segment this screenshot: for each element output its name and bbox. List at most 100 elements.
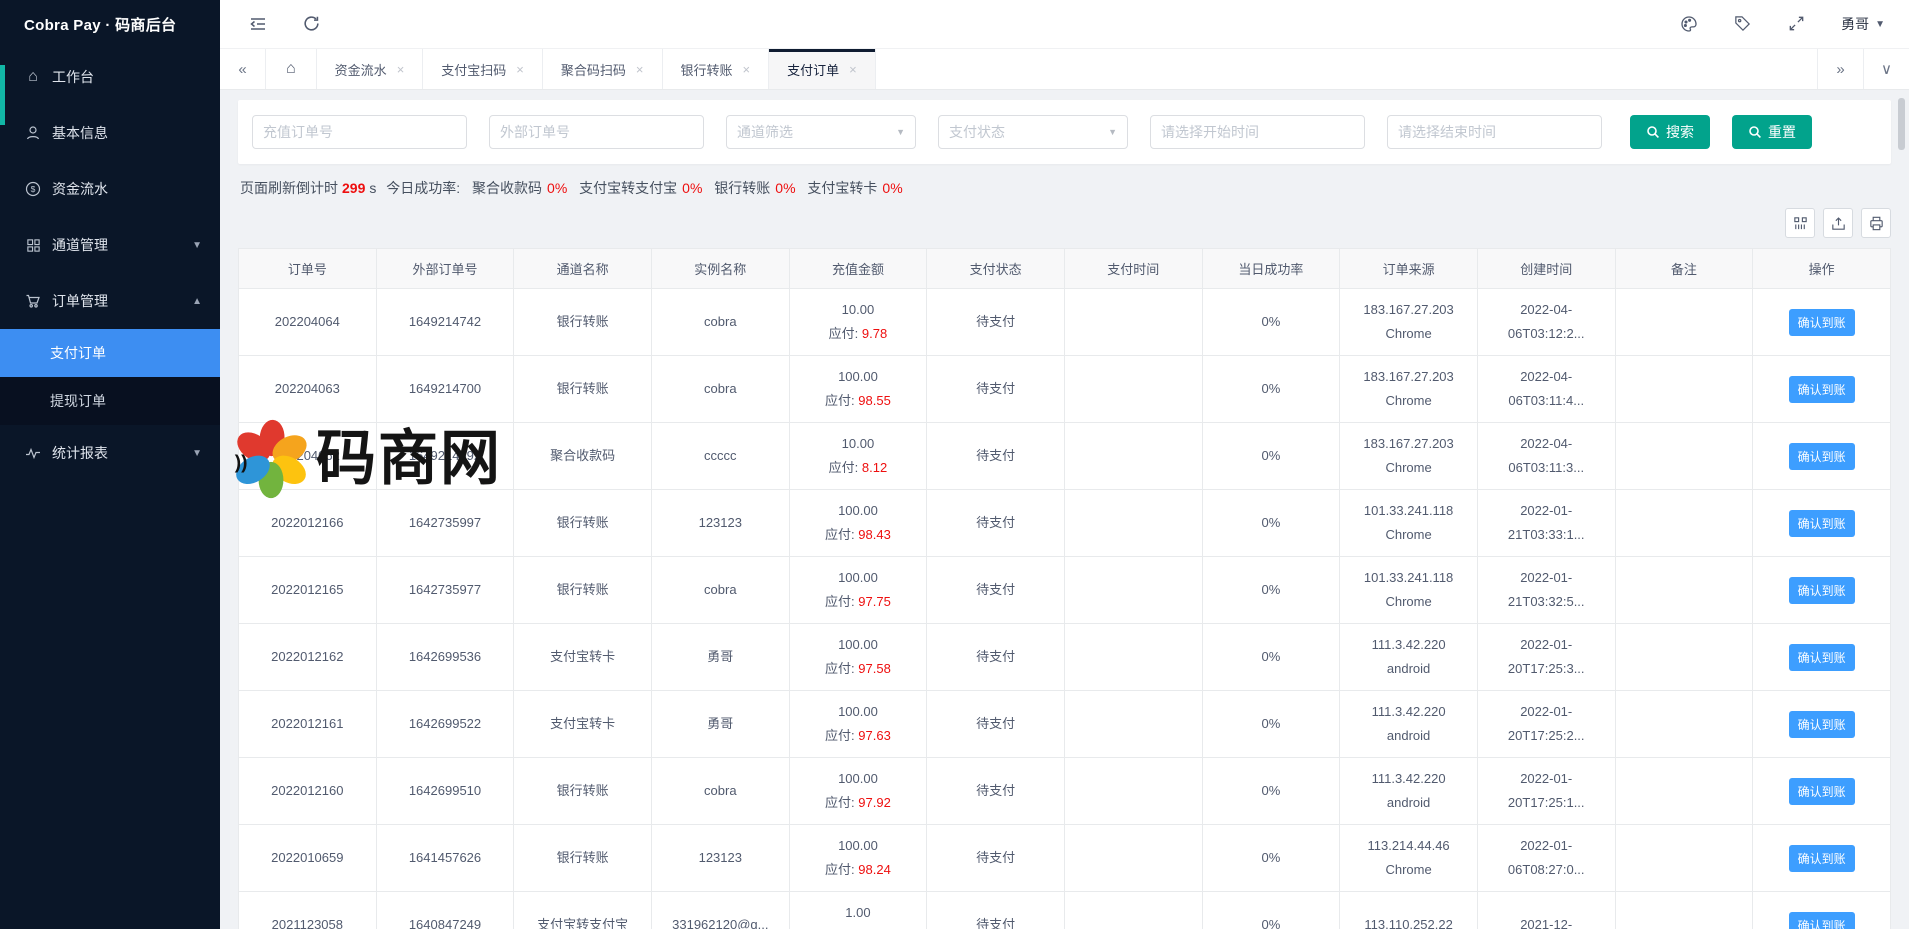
pay-status-select[interactable]: 支付状态 ▼ — [938, 115, 1128, 149]
app-title: Cobra Pay · 码商后台 — [0, 0, 220, 49]
amount-value: 100.00 — [790, 633, 927, 657]
sidebar-item-fund-flow[interactable]: $ 资金流水 — [0, 161, 220, 217]
amount-value: 100.00 — [790, 499, 927, 523]
cell-channel: 银行转账 — [514, 825, 652, 892]
confirm-arrival-button[interactable]: 确认到账 — [1789, 778, 1855, 805]
sidebar-item-label: 工作台 — [52, 67, 94, 87]
tabs-scroll-right-button[interactable]: » — [1817, 49, 1863, 89]
sidebar-item-pay-orders[interactable]: 支付订单 — [0, 329, 220, 377]
tab-home[interactable]: ⌂ — [266, 49, 317, 89]
cell-ext-no: 1649214742 — [376, 289, 514, 356]
confirm-arrival-button[interactable]: 确认到账 — [1789, 577, 1855, 604]
confirm-arrival-button[interactable]: 确认到账 — [1789, 510, 1855, 537]
table-header-row: 订单号外部订单号通道名称实例名称充值金额支付状态支付时间当日成功率订单来源创建时… — [239, 249, 1891, 289]
close-icon[interactable]: × — [636, 62, 644, 77]
user-menu[interactable]: 勇哥 ▼ — [1841, 14, 1885, 34]
table-row: 2022012160 1642699510 银行转账 cobra 100.00 … — [239, 758, 1891, 825]
cell-action: 确认到账 — [1753, 423, 1891, 490]
confirm-arrival-button[interactable]: 确认到账 — [1789, 309, 1855, 336]
external-order-input[interactable] — [489, 115, 704, 149]
tab-label: 银行转账 — [681, 60, 733, 79]
filter-bar: 通道筛选 ▼ 支付状态 ▼ 搜索 重置 — [238, 100, 1891, 164]
chevron-down-icon: ▼ — [1875, 19, 1885, 30]
cell-order-no: 2022010659 — [239, 825, 377, 892]
sidebar-item-order-mgmt[interactable]: 订单管理 ▲ — [0, 273, 220, 329]
close-icon[interactable]: × — [849, 62, 857, 77]
tabs-menu-button[interactable]: ∨ — [1863, 49, 1909, 89]
cell-amount: 1.00 应付: — [789, 892, 927, 929]
confirm-arrival-button[interactable]: 确认到账 — [1789, 376, 1855, 403]
confirm-arrival-button[interactable]: 确认到账 — [1789, 443, 1855, 470]
start-time-input[interactable] — [1150, 115, 1365, 149]
close-icon[interactable]: × — [516, 62, 524, 77]
pulse-chart-icon — [24, 445, 42, 461]
cell-order-no: 2022012161 — [239, 691, 377, 758]
confirm-arrival-button[interactable]: 确认到账 — [1789, 644, 1855, 671]
cell-rate: 0% — [1202, 825, 1340, 892]
close-icon[interactable]: × — [397, 62, 405, 77]
scrollbar-thumb[interactable] — [1898, 98, 1905, 150]
columns-setting-button[interactable] — [1785, 208, 1815, 238]
payable-line: 应付: 98.43 — [790, 523, 927, 547]
search-button[interactable]: 搜索 — [1630, 115, 1710, 149]
sidebar-item-basic-info[interactable]: 基本信息 — [0, 105, 220, 161]
sidebar-item-channel-mgmt[interactable]: 通道管理 ▼ — [0, 217, 220, 273]
amount-value: 10.00 — [790, 298, 927, 322]
home-icon: ⌂ — [286, 60, 296, 78]
print-button[interactable] — [1861, 208, 1891, 238]
confirm-arrival-button[interactable]: 确认到账 — [1789, 845, 1855, 872]
source-agent: Chrome — [1340, 456, 1477, 480]
channel-filter-select[interactable]: 通道筛选 ▼ — [726, 115, 916, 149]
sidebar-item-withdraw-orders[interactable]: 提现订单 — [0, 377, 220, 425]
success-rate-item: 支付宝转支付宝0% — [579, 180, 702, 196]
confirm-arrival-button[interactable]: 确认到账 — [1789, 912, 1855, 929]
cell-pay-time — [1064, 825, 1202, 892]
recharge-order-input[interactable] — [252, 115, 467, 149]
close-icon[interactable]: × — [743, 62, 751, 77]
sidebar-item-stats-report[interactable]: 统计报表 ▼ — [0, 425, 220, 481]
tag-icon[interactable] — [1733, 14, 1753, 34]
cell-action: 确认到账 — [1753, 289, 1891, 356]
cell-created: 2022-01- 20T17:25:3... — [1477, 624, 1615, 691]
cart-icon — [24, 293, 42, 309]
tab[interactable]: 资金流水 × — [317, 49, 424, 89]
sidebar-item-workbench[interactable]: ⌂ 工作台 — [0, 49, 220, 105]
cell-order-no: 2022012165 — [239, 557, 377, 624]
success-rate-item: 银行转账0% — [714, 180, 795, 196]
tab[interactable]: 聚合码扫码 × — [543, 49, 663, 89]
fullscreen-icon[interactable] — [1787, 14, 1807, 34]
cell-source: 183.167.27.203 Chrome — [1340, 356, 1478, 423]
cell-pay-time — [1064, 557, 1202, 624]
cell-pay-time — [1064, 490, 1202, 557]
refresh-icon[interactable] — [302, 14, 322, 34]
cell-instance: 123123 — [651, 825, 789, 892]
print-icon — [1868, 215, 1885, 232]
user-name: 勇哥 — [1841, 14, 1869, 34]
cell-created: 2022-01- 21T03:32:5... — [1477, 557, 1615, 624]
payable-value: 97.58 — [858, 661, 891, 676]
payable-line: 应付: 97.63 — [790, 724, 927, 748]
cell-order-no: 202204064 — [239, 289, 377, 356]
source-agent: android — [1340, 657, 1477, 681]
export-icon — [1830, 215, 1847, 232]
reset-button[interactable]: 重置 — [1732, 115, 1812, 149]
source-ip: 113.214.44.46 — [1340, 834, 1477, 858]
page-content: 通道筛选 ▼ 支付状态 ▼ 搜索 重置 页面刷新倒计时299s 今日成功率: 聚… — [220, 90, 1909, 929]
theme-palette-icon[interactable] — [1679, 14, 1699, 34]
payable-line: 应付: — [790, 925, 927, 929]
cell-remark — [1615, 624, 1753, 691]
collapse-sidebar-icon[interactable] — [248, 14, 268, 34]
export-button[interactable] — [1823, 208, 1853, 238]
tab[interactable]: 支付订单 × — [769, 49, 876, 89]
cell-rate: 0% — [1202, 758, 1340, 825]
cell-status: 待支付 — [927, 490, 1065, 557]
amount-value: 100.00 — [790, 767, 927, 791]
cell-amount: 10.00 应付: 8.12 — [789, 423, 927, 490]
table-row: 202204062 1649214692 聚合收款码 ccccc 10.00 应… — [239, 423, 1891, 490]
tabs-scroll-left-button[interactable]: « — [220, 49, 266, 89]
end-time-input[interactable] — [1387, 115, 1602, 149]
confirm-arrival-button[interactable]: 确认到账 — [1789, 711, 1855, 738]
tab[interactable]: 支付宝扫码 × — [423, 49, 543, 89]
tab[interactable]: 银行转账 × — [663, 49, 770, 89]
cell-instance: 勇哥 — [651, 624, 789, 691]
